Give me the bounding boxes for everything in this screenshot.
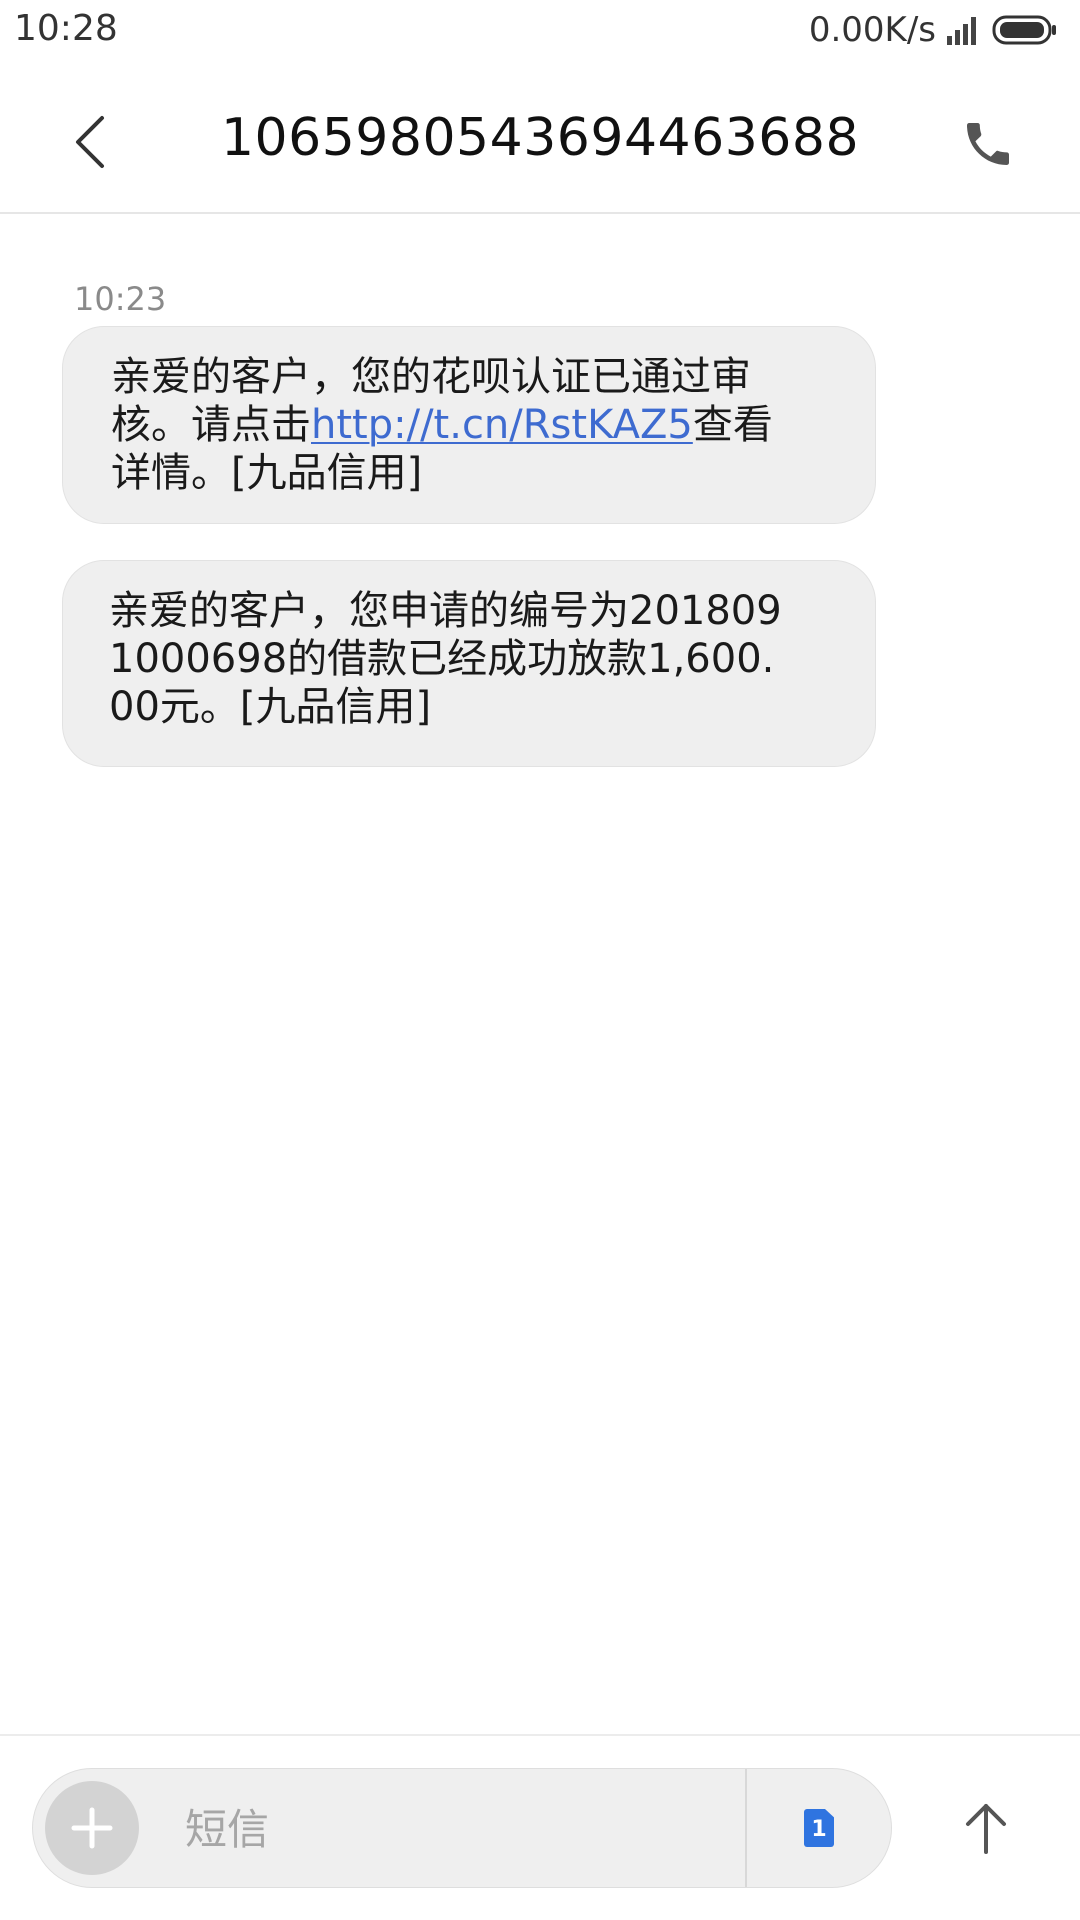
message-text: 亲爱的客户，您申请的编号为2018091000698的借款已经成功放款1,600…	[109, 588, 782, 730]
status-bar: 10:28 0.00K/s	[0, 0, 1080, 60]
signal-icon	[947, 17, 976, 45]
network-speed: 0.00K/s	[808, 10, 936, 50]
compose-field: 1	[32, 1768, 892, 1888]
contact-number-title: 1065980543694463688	[220, 108, 860, 168]
call-button[interactable]	[952, 108, 1024, 180]
sim-select-button[interactable]: 1	[747, 1769, 891, 1887]
arrow-up-icon	[966, 1804, 1006, 1854]
message-input[interactable]	[183, 1791, 747, 1867]
conversation-header: 1065980543694463688	[0, 72, 1080, 214]
status-indicators: 0.00K/s	[809, 8, 1058, 52]
sim-card-icon: 1	[804, 1809, 834, 1847]
chevron-left-icon	[76, 116, 104, 168]
message-timestamp: 10:23	[74, 280, 167, 318]
battery-icon	[992, 15, 1056, 45]
send-button[interactable]	[950, 1786, 1022, 1870]
message-link[interactable]: http://t.cn/RstKAZ5	[311, 402, 693, 448]
plus-icon	[71, 1807, 113, 1849]
phone-icon	[967, 123, 1009, 165]
add-attachment-button[interactable]	[45, 1781, 139, 1875]
status-time: 10:28	[14, 8, 118, 49]
message-bubble[interactable]: 亲爱的客户，您的花呗认证已通过审核。请点击http://t.cn/RstKAZ5…	[62, 326, 876, 524]
back-button[interactable]	[62, 106, 118, 178]
message-bubble[interactable]: 亲爱的客户，您申请的编号为2018091000698的借款已经成功放款1,600…	[62, 560, 876, 767]
compose-bar: 1	[0, 1734, 1080, 1920]
sms-conversation-screen: 10:28 0.00K/s 1065980543694463688 10:23 …	[0, 0, 1080, 1920]
sim-label: 1	[811, 1817, 827, 1842]
